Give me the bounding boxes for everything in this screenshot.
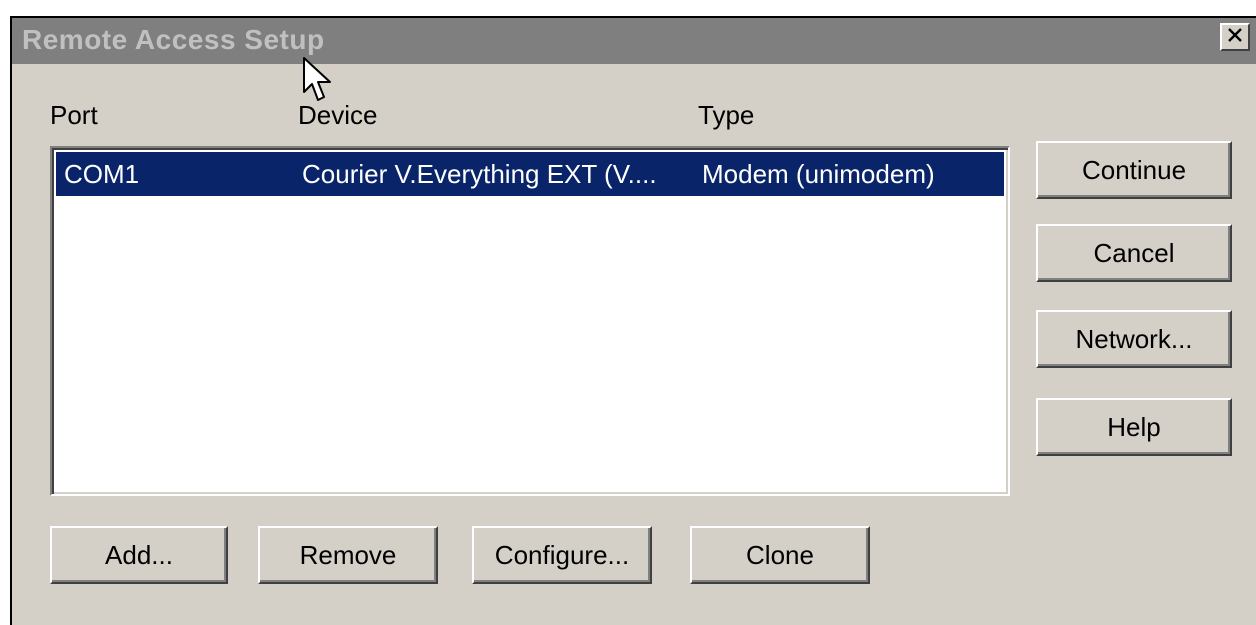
window-title: Remote Access Setup xyxy=(22,24,325,55)
list-item-com1[interactable]: COM1 Courier V.Everything EXT (V.... Mod… xyxy=(56,152,1004,196)
ports-list[interactable]: COM1 Courier V.Everything EXT (V.... Mod… xyxy=(50,146,1010,496)
mouse-pointer-icon xyxy=(302,56,336,106)
help-button[interactable]: Help xyxy=(1036,398,1232,456)
clone-button[interactable]: Clone xyxy=(690,526,870,584)
network-button[interactable]: Network... xyxy=(1036,310,1232,368)
close-button[interactable] xyxy=(1220,23,1250,51)
type-cell: Modem (unimodem) xyxy=(702,159,935,189)
device-cell: Courier V.Everything EXT (V.... xyxy=(302,159,657,189)
continue-button[interactable]: Continue xyxy=(1036,141,1232,199)
close-icon xyxy=(1227,27,1243,48)
port-cell: COM1 xyxy=(64,159,140,189)
column-header-type[interactable]: Type xyxy=(698,100,754,131)
cancel-button[interactable]: Cancel xyxy=(1036,224,1232,282)
remove-button[interactable]: Remove xyxy=(258,526,438,584)
column-header-port[interactable]: Port xyxy=(50,100,98,131)
remote-access-setup-dialog: Remote Access Setup Port Device Type COM… xyxy=(10,16,1256,625)
add-button[interactable]: Add... xyxy=(50,526,228,584)
title-bar[interactable]: Remote Access Setup xyxy=(12,18,1256,64)
configure-button[interactable]: Configure... xyxy=(472,526,652,584)
